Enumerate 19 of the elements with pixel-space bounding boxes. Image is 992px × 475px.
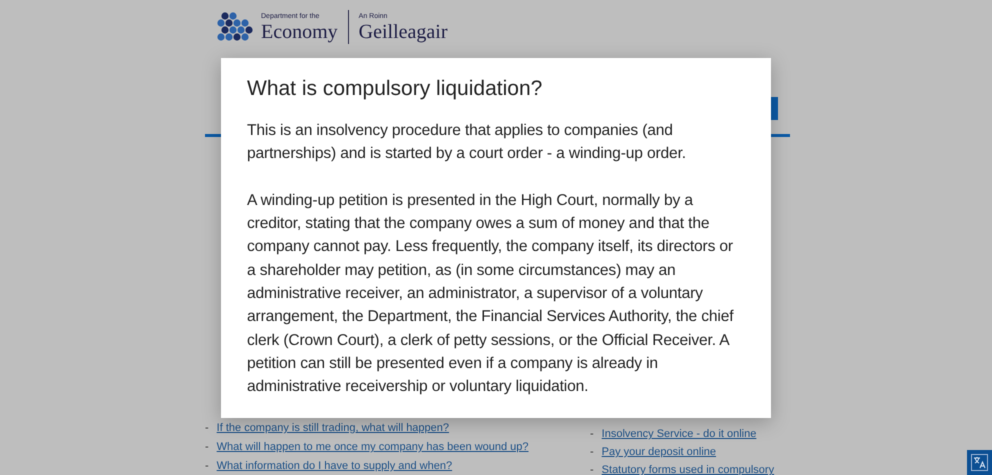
bullet-dash: -: [590, 427, 594, 442]
link[interactable]: What will happen to me once my company has been wound up?: [216, 439, 529, 456]
logo-title: Economy: [261, 21, 338, 43]
translate-icon: [971, 454, 988, 471]
link[interactable]: Pay your deposit online: [602, 444, 716, 461]
link[interactable]: If the company is still trading, what will happen?: [216, 420, 450, 437]
dialog-paragraph: A winding-up petition is presented in the High Court, normally by a creditor, stating that the company owes a sum of money and that the company cannot pay. Less frequently, the company itself, its directors or a shareholder may petition, as (in some circumstances) may an administrative receiver, an administrator, a supervisor of a voluntary arrangement, the Department, the Financial Services Authority, the chief clerk (Crown Court), a clerk of petty sessions, or the Official Receiver. A petition can still be presented even if a company is already in administrative receivership or voluntary liquidation.: [247, 190, 735, 398]
link[interactable]: Statutory forms used in compulsory: [602, 462, 774, 475]
bullet-dash: -: [590, 463, 594, 475]
link[interactable]: Insolvency Service - do it online: [602, 426, 756, 443]
logo-title: Geilleagair: [358, 21, 448, 43]
bullet-dash: -: [590, 445, 594, 460]
translate-button[interactable]: [967, 450, 992, 475]
dialog-title: What is compulsory liquidation?: [247, 76, 544, 102]
bullet-dash: -: [205, 421, 209, 436]
dialog-paragraph: This is an insolvency procedure that applies to companies (and partnerships) and is started by a court order - a winding-up order.: [247, 121, 687, 164]
link[interactable]: What information do I have to supply and when?: [216, 458, 452, 475]
bullet-dash: -: [205, 459, 209, 474]
bullet-dash: -: [205, 440, 209, 455]
